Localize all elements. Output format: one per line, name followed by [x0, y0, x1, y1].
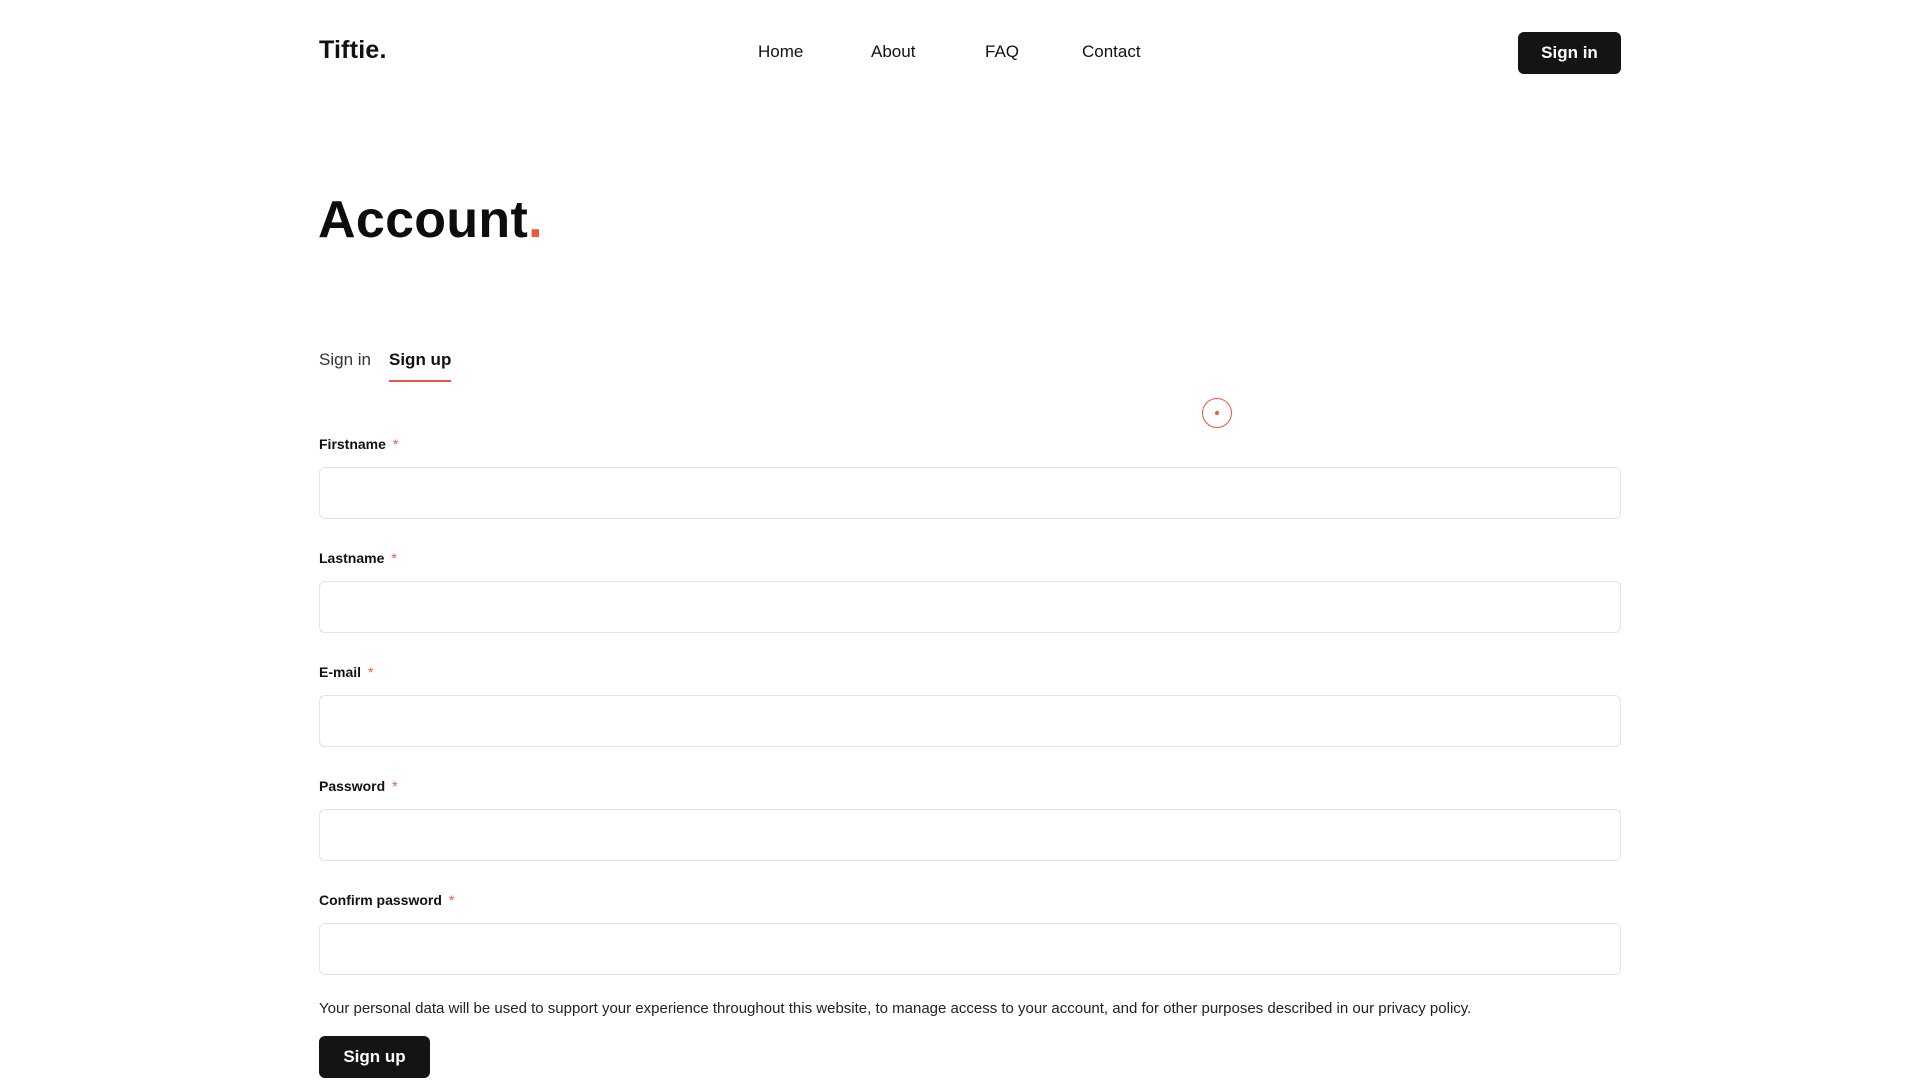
password-field[interactable] — [319, 809, 1621, 861]
signup-submit-button[interactable]: Sign up — [319, 1036, 430, 1078]
cursor-dot — [1215, 411, 1219, 415]
cursor-indicator — [1202, 398, 1232, 428]
title-accent-dot: . — [528, 191, 543, 249]
firstname-label-text: Firstname — [319, 436, 386, 452]
lastname-field[interactable] — [319, 581, 1621, 633]
required-asterisk: * — [391, 550, 397, 566]
nav-home-link[interactable]: Home — [758, 42, 803, 62]
confirm-password-field[interactable] — [319, 923, 1621, 975]
tab-signup[interactable]: Sign up — [389, 350, 452, 382]
nav-about-link[interactable]: About — [871, 42, 915, 62]
privacy-notice: Your personal data will be used to suppo… — [319, 1000, 1472, 1017]
required-asterisk: * — [368, 664, 374, 680]
page-title-text: Account — [318, 191, 529, 249]
header-signin-button[interactable]: Sign in — [1518, 32, 1621, 74]
nav-faq-link[interactable]: FAQ — [985, 42, 1019, 62]
lastname-label-text: Lastname — [319, 550, 385, 566]
firstname-field[interactable] — [319, 467, 1621, 519]
required-asterisk: * — [392, 436, 399, 452]
main-nav: Home About FAQ Contact — [0, 42, 1920, 66]
confirm-password-label: Confirm password * — [319, 892, 454, 908]
email-field[interactable] — [319, 695, 1621, 747]
confirm-password-label-text: Confirm password — [319, 892, 442, 908]
email-label: E-mail * — [319, 664, 373, 680]
firstname-label: Firstname * — [319, 436, 398, 452]
site-header: Tiftie. Home About FAQ Contact Sign in — [0, 0, 1920, 106]
lastname-label: Lastname * — [319, 550, 397, 566]
page-title: Account. — [318, 190, 543, 250]
required-asterisk: * — [392, 778, 398, 794]
password-label-text: Password — [319, 778, 386, 794]
required-asterisk: * — [448, 892, 455, 908]
tab-signin[interactable]: Sign in — [319, 350, 371, 370]
email-label-text: E-mail — [319, 664, 362, 680]
password-label: Password * — [319, 778, 398, 794]
nav-contact-link[interactable]: Contact — [1082, 42, 1141, 62]
